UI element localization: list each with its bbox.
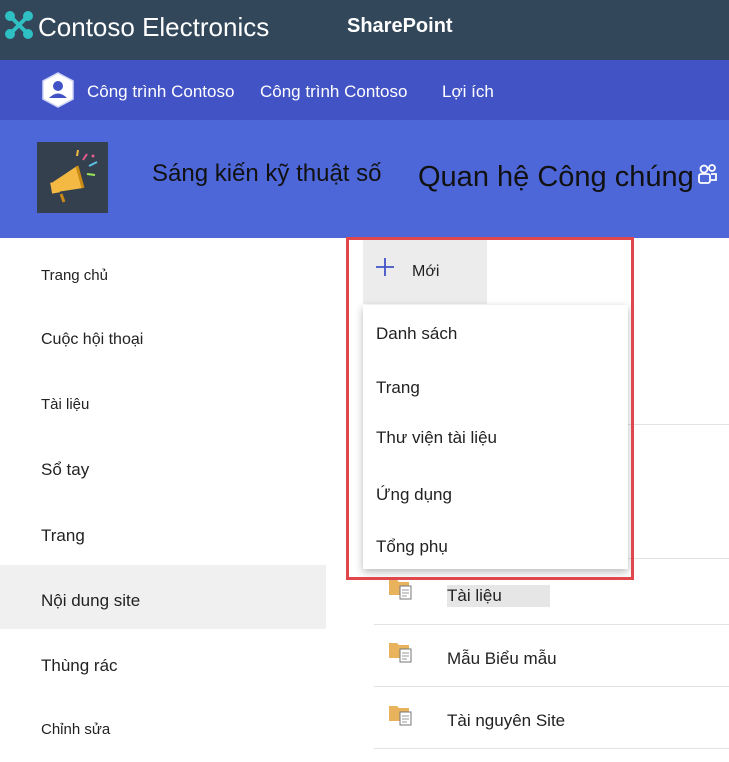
site-logo[interactable] <box>37 142 108 213</box>
nav-item-label: Trang chủ <box>41 267 108 284</box>
person-shield-icon[interactable] <box>40 71 76 109</box>
teams-icon[interactable] <box>696 163 718 185</box>
nav-item-documents[interactable]: Tài liệu <box>0 373 326 437</box>
nav-item-label: Nội dung site <box>41 591 141 610</box>
product-name[interactable]: SharePoint <box>347 12 453 40</box>
hub-link-contoso-works-2[interactable]: Công trình Contoso <box>260 80 407 104</box>
document-library-icon <box>389 706 412 726</box>
nav-item-pages[interactable]: Trang <box>0 504 326 568</box>
nav-item-label: Trang <box>41 526 85 545</box>
org-name[interactable]: Contoso Electronics <box>38 10 269 44</box>
site-subtitle[interactable]: Quan hệ Công chúng <box>418 159 694 195</box>
app-launcher-icon[interactable] <box>4 10 34 40</box>
nav-item-label: Cuộc hội thoại <box>41 331 144 348</box>
left-navigation: Trang chủ Cuộc hội thoại Tài liệu Sổ tay… <box>0 238 326 754</box>
nav-item-edit[interactable]: Chỉnh sửa <box>0 698 326 762</box>
nav-item-label: Thùng rác <box>41 656 118 675</box>
list-divider <box>628 424 729 425</box>
list-item-label[interactable]: Tài nguyên Site <box>447 710 565 732</box>
list-divider <box>374 748 729 749</box>
megaphone-icon <box>50 149 98 203</box>
nav-item-site-contents[interactable]: Nội dung site <box>0 565 326 629</box>
nav-item-recycle-bin[interactable]: Thùng rác <box>0 634 326 698</box>
list-item-label[interactable]: Tài liệu <box>447 585 550 607</box>
nav-item-label: Chỉnh sửa <box>41 721 111 738</box>
nav-item-label: Sổ tay <box>41 460 90 479</box>
nav-item-notebook[interactable]: Sổ tay <box>0 438 326 502</box>
highlight-callout <box>346 237 634 580</box>
nav-item-conversations[interactable]: Cuộc hội thoại <box>0 308 326 372</box>
list-item-label[interactable]: Mẫu Biểu mẫu <box>447 648 557 670</box>
site-title[interactable]: Sáng kiến kỹ thuật số <box>152 158 381 190</box>
hub-link-benefits[interactable]: Lợi ích <box>442 80 494 104</box>
nav-item-home[interactable]: Trang chủ <box>0 244 326 308</box>
document-library-icon <box>389 580 412 600</box>
document-library-icon <box>389 643 412 663</box>
hub-link-contoso-works-1[interactable]: Công trình Contoso <box>87 80 234 104</box>
nav-item-label: Tài liệu <box>41 396 90 413</box>
